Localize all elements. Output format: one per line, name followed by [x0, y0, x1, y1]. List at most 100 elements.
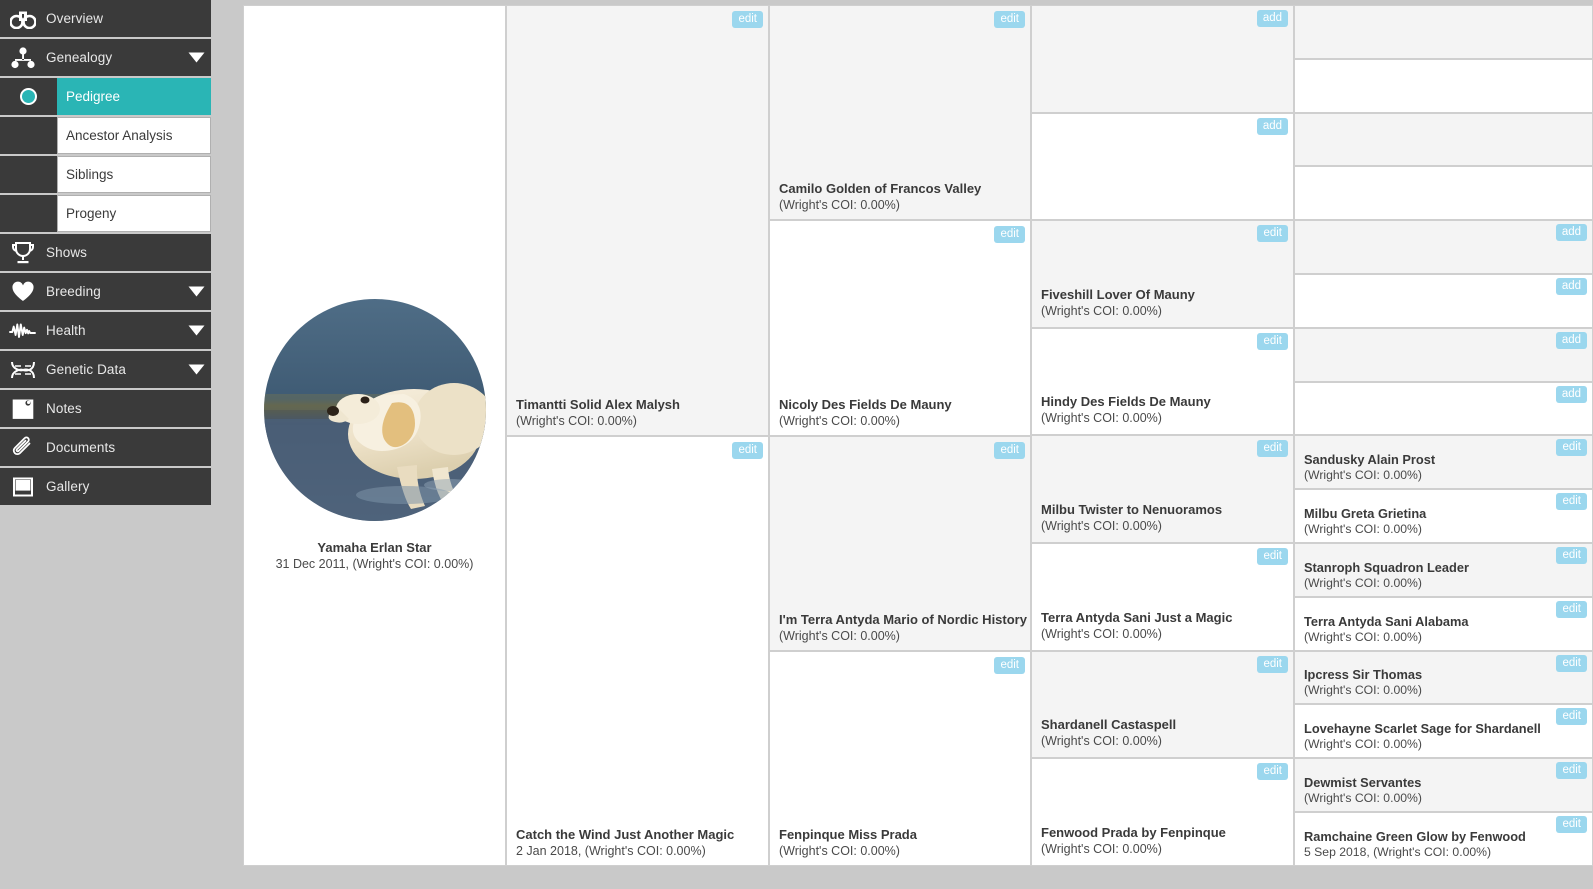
- edit-button[interactable]: edit: [732, 11, 763, 28]
- edit-button[interactable]: edit: [1257, 655, 1288, 673]
- pedigree-cell[interactable]: add: [1031, 112, 1294, 221]
- edit-button[interactable]: edit: [1257, 440, 1288, 458]
- ancestor-name: Hindy Des Fields De Mauny: [1041, 394, 1211, 410]
- sidebar-item-label: Health: [46, 323, 86, 338]
- generation-column-2: edit Timantti Solid Alex Malysh (Wright's …: [506, 5, 769, 866]
- pedigree-cell[interactable]: edit Timantti Solid Alex Malysh (Wright's …: [506, 5, 769, 436]
- sidebar-item-breeding[interactable]: Breeding: [0, 273, 211, 310]
- sidebar-subitem-label: Progeny: [57, 195, 211, 232]
- pedigree-cell[interactable]: edit Fenwood Prada by Fenpinque (Wright's …: [1031, 758, 1294, 866]
- cell-text: Shardanell Castaspell (Wright's COI: 0.00…: [1041, 716, 1289, 755]
- sidebar-item-genetic-data[interactable]: Genetic Data: [0, 351, 211, 388]
- pedigree-cell[interactable]: edit Milbu Greta Grietina (Wright's COI: 0…: [1294, 489, 1593, 543]
- cell-text: Nicoly Des Fields De Mauny (Wright's COI:…: [779, 396, 1026, 435]
- subitem-marker: [0, 78, 57, 115]
- sidebar-item-label: Genealogy: [46, 50, 113, 65]
- pedigree-cell[interactable]: edit Catch the Wind Just Another Magic 2 J…: [506, 435, 769, 866]
- sidebar-subitem-progeny[interactable]: Progeny: [0, 195, 211, 232]
- ancestor-meta: (Wright's COI: 0.00%): [1304, 683, 1422, 698]
- pedigree-cell[interactable]: edit Dewmist Servantes (Wright's COI: 0.00…: [1294, 758, 1593, 812]
- ancestor-meta: (Wright's COI: 0.00%): [1304, 737, 1422, 752]
- pedigree-cell[interactable]: edit Fiveshill Lover Of Mauny (Wright's CO…: [1031, 220, 1294, 328]
- cell-text: Ipcress Sir Thomas (Wright's COI: 0.00%): [1304, 667, 1588, 703]
- sidebar-item-documents[interactable]: Documents: [0, 429, 211, 466]
- pedigree-cell[interactable]: edit Nicoly Des Fields De Mauny (Wright's …: [769, 220, 1031, 436]
- pedigree-cell[interactable]: edit Fenpinque Miss Prada (Wright's COI: 0…: [769, 650, 1031, 866]
- sidebar-item-shows[interactable]: Shows: [0, 234, 211, 271]
- subject-card[interactable]: Yamaha Erlan Star 31 Dec 2011, (Wright's…: [243, 5, 506, 866]
- cell-text: [1041, 104, 1289, 110]
- ancestor-meta: (Wright's COI: 0.00%): [516, 413, 637, 428]
- sidebar-item-overview[interactable]: Overview: [0, 0, 211, 37]
- sidebar-item-gallery[interactable]: Gallery: [0, 468, 211, 505]
- edit-button[interactable]: edit: [994, 226, 1025, 244]
- pedigree-cell[interactable]: edit Shardanell Castaspell (Wright's COI: …: [1031, 650, 1294, 759]
- pedigree-cell[interactable]: edit Ipcress Sir Thomas (Wright's COI: 0.0…: [1294, 650, 1593, 705]
- dna-icon: [0, 351, 46, 388]
- ancestor-meta: (Wright's COI: 0.00%): [1304, 790, 1422, 805]
- pedigree-cell[interactable]: edit Terra Antyda Sani Alabama (Wright's C…: [1294, 596, 1593, 651]
- add-button[interactable]: add: [1555, 385, 1587, 403]
- pedigree-cell[interactable]: [1294, 112, 1593, 167]
- add-button[interactable]: add: [1555, 277, 1587, 295]
- edit-button[interactable]: edit: [994, 11, 1025, 28]
- pedigree-cell[interactable]: edit I'm Terra Antyda Mario of Nordic His…: [769, 435, 1031, 651]
- sidebar-item-label: Breeding: [46, 284, 101, 299]
- pedigree-cell[interactable]: add: [1031, 5, 1294, 113]
- add-button[interactable]: add: [1555, 224, 1587, 242]
- subitem-marker: [0, 195, 57, 232]
- edit-button[interactable]: edit: [732, 441, 763, 459]
- ancestor-meta: (Wright's COI: 0.00%): [1041, 734, 1162, 749]
- pedigree-cell[interactable]: [1294, 5, 1593, 59]
- pedigree-cell[interactable]: edit Hindy Des Fields De Mauny (Wright's C…: [1031, 327, 1294, 436]
- edit-button[interactable]: edit: [994, 656, 1025, 674]
- edit-button[interactable]: edit: [1257, 547, 1288, 565]
- edit-button[interactable]: edit: [1257, 332, 1288, 350]
- pedigree-cell[interactable]: add: [1294, 327, 1593, 382]
- ancestor-name: Fenwood Prada by Fenpinque: [1041, 824, 1226, 840]
- pedigree-cell[interactable]: edit Camilo Golden of Francos Valley (Wrig…: [769, 5, 1031, 221]
- subject-name: Yamaha Erlan Star: [317, 539, 432, 555]
- generation-column-5: add add add add edit Sandusky Alain Prost (Wri…: [1294, 5, 1593, 866]
- sidebar-subitem-pedigree[interactable]: Pedigree: [0, 78, 211, 115]
- chevron-down-icon[interactable]: [181, 364, 211, 375]
- pedigree-cell[interactable]: add: [1294, 273, 1593, 328]
- pedigree-cell[interactable]: [1294, 58, 1593, 113]
- ancestor-name: Lovehayne Scarlet Sage for Shardanell: [1304, 721, 1541, 737]
- pedigree-cell[interactable]: edit Stanroph Squadron Leader (Wright's CO…: [1294, 542, 1593, 597]
- sidebar-item-label: Genetic Data: [46, 362, 126, 377]
- sidebar-item-notes[interactable]: Notes: [0, 390, 211, 427]
- pedigree-cell[interactable]: edit Terra Antyda Sani Just a Magic (Wrigh…: [1031, 542, 1294, 651]
- add-button[interactable]: add: [1555, 331, 1587, 349]
- sidebar-subitem-ancestor-analysis[interactable]: Ancestor Analysis: [0, 117, 211, 154]
- sidebar-item-health[interactable]: Health: [0, 312, 211, 349]
- edit-button[interactable]: edit: [994, 441, 1025, 459]
- ancestor-name: Ramchaine Green Glow by Fenwood: [1304, 828, 1526, 844]
- sidebar-item-label: Gallery: [46, 479, 90, 494]
- pedigree-cell[interactable]: add: [1294, 220, 1593, 274]
- chevron-down-icon[interactable]: [181, 52, 211, 63]
- cell-text: Lovehayne Scarlet Sage for Shardanell (Wr…: [1304, 721, 1588, 757]
- ancestor-meta: (Wright's COI: 0.00%): [1041, 518, 1162, 533]
- pedigree-cell[interactable]: edit Sandusky Alain Prost (Wright's COI: 0…: [1294, 435, 1593, 490]
- pedigree-cell[interactable]: edit Lovehayne Scarlet Sage for Shardanel…: [1294, 704, 1593, 759]
- pedigree-cell[interactable]: edit Ramchaine Green Glow by Fenwood 5 Sep…: [1294, 811, 1593, 866]
- sidebar-item-genealogy[interactable]: Genealogy: [0, 39, 211, 76]
- pedigree-cell[interactable]: add: [1294, 381, 1593, 436]
- pedigree-cell[interactable]: edit Milbu Twister to Nenuoramos (Wright's…: [1031, 435, 1294, 543]
- chevron-down-icon[interactable]: [181, 325, 211, 336]
- pedigree-cell[interactable]: [1294, 166, 1593, 221]
- edit-button[interactable]: edit: [1257, 225, 1288, 243]
- ancestor-meta: (Wright's COI: 0.00%): [1041, 841, 1162, 856]
- sidebar-subitem-siblings[interactable]: Siblings: [0, 156, 211, 193]
- heart-icon: [0, 273, 46, 310]
- sidebar-item-label: Notes: [46, 401, 82, 416]
- cell-text: Dewmist Servantes (Wright's COI: 0.00%): [1304, 775, 1588, 811]
- add-button[interactable]: add: [1256, 10, 1288, 27]
- ancestor-meta: (Wright's COI: 0.00%): [1304, 575, 1422, 590]
- chevron-down-icon[interactable]: [181, 286, 211, 297]
- edit-button[interactable]: edit: [1257, 763, 1288, 781]
- cell-text: Catch the Wind Just Another Magic 2 Jan 2…: [516, 826, 764, 865]
- ancestor-meta: (Wright's COI: 0.00%): [1304, 468, 1422, 483]
- add-button[interactable]: add: [1256, 117, 1288, 135]
